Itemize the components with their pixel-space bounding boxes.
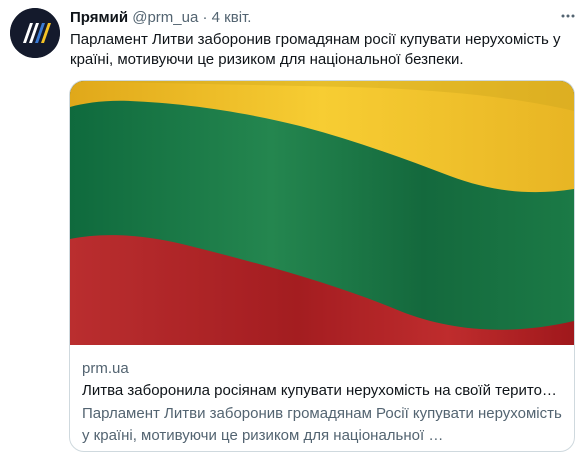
prm-logo-icon <box>10 8 60 58</box>
card-domain: prm.ua <box>82 360 129 377</box>
lithuanian-flag-image[interactable] <box>70 81 574 345</box>
author-handle[interactable]: @prm_ua <box>132 9 198 26</box>
tweet-date[interactable]: 4 квіт. <box>212 9 252 26</box>
link-card[interactable]: prm.ua Литва заборонила росіянам купуват… <box>69 80 575 452</box>
tweet-text: Парламент Литви заборонив громадянам рос… <box>70 31 561 68</box>
tweet[interactable]: Прямий @prm_ua · 4 квіт. Парламент Литви… <box>0 0 585 457</box>
author-name[interactable]: Прямий <box>70 9 128 26</box>
avatar[interactable] <box>10 8 60 58</box>
card-title: Литва заборонила росіянам купувати нерух… <box>82 382 557 399</box>
separator-dot: · <box>202 9 208 26</box>
card-description: Парламент Литви заборонив громадянам Рос… <box>82 405 562 444</box>
more-options-icon <box>561 14 575 18</box>
tweet-header: Прямий @prm_ua · 4 квіт. <box>70 8 251 28</box>
more-options-button[interactable] <box>558 6 578 26</box>
